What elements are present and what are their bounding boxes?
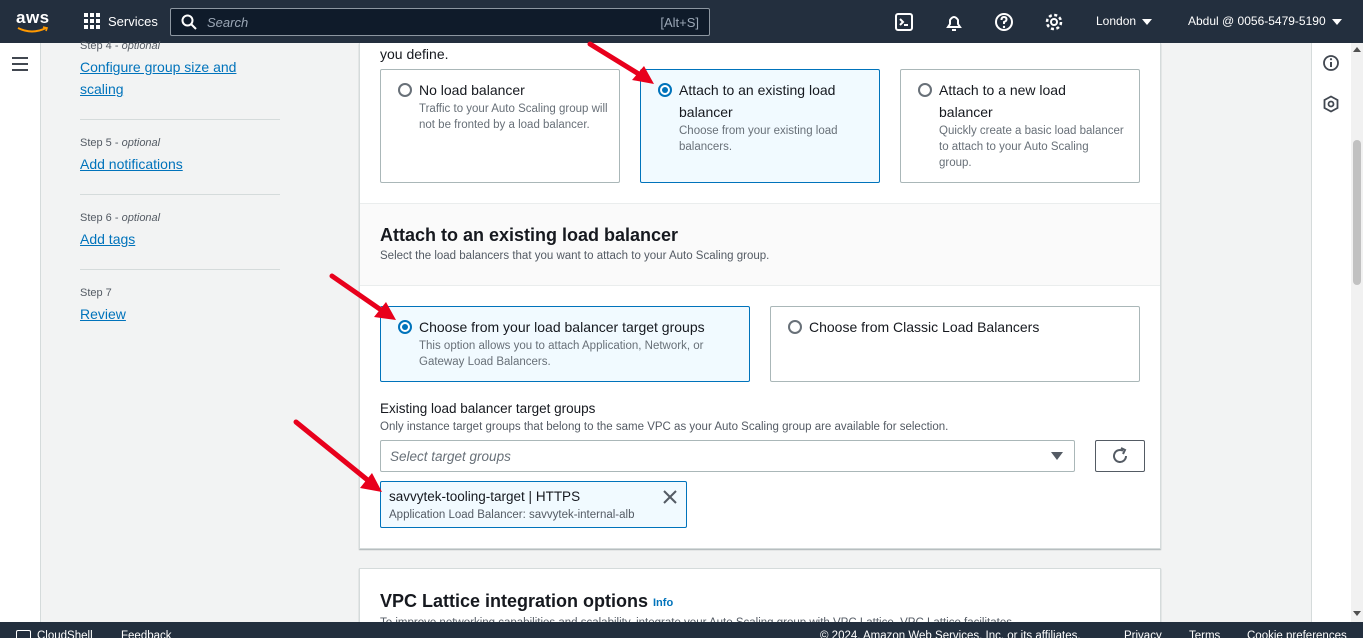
section-heading: VPC Lattice integration options [380,591,649,611]
tile-desc: Choose from your existing load balancers… [679,125,838,153]
annotation-arrow [587,41,654,84]
aws-logo-text: aws [16,8,50,27]
feedback-link[interactable]: Feedback [121,630,172,638]
account-menu[interactable]: Abdul @ 0056-5479-5190 [1188,14,1342,28]
console-footer: CloudShell Feedback © 2024, Amazon Web S… [0,622,1363,638]
option-tile-attach-existing[interactable]: Attach to an existing load balancer Choo… [640,69,880,183]
gear-icon[interactable] [1044,12,1064,32]
search-input[interactable]: Search [Alt+S] [170,8,710,36]
step-link-add-notifications[interactable]: Add notifications [80,153,183,175]
tools-rail [1311,43,1351,622]
wizard-step-7: Step 7 Review [80,287,280,325]
step-divider [80,269,280,270]
step-divider [80,194,280,195]
remove-token-icon[interactable] [662,489,678,505]
cloudshell-icon[interactable] [894,12,914,32]
step-label: Step 4 - optional [80,40,161,52]
step-label: Step 7 [80,287,112,299]
step-divider [80,119,280,120]
cloudshell-link[interactable]: CloudShell [37,630,93,638]
refresh-icon [1113,447,1127,463]
services-grid-icon [84,13,100,29]
refresh-button[interactable] [1095,440,1145,472]
services-menu-button[interactable]: Services [84,13,158,29]
section-heading: Attach to an existing load balancer [380,225,679,245]
target-groups-label: Existing load balancer target groups [380,401,596,416]
search-shortcut-hint: [Alt+S] [660,14,699,30]
section-divider [360,285,1160,286]
tile-title: No load balancer [419,82,525,98]
option-tile-classic-load-balancers[interactable]: Choose from Classic Load Balancers [770,306,1140,382]
caret-down-icon [1142,18,1153,25]
help-icon[interactable] [994,12,1014,32]
terms-link[interactable]: Terms [1189,630,1220,638]
info-link[interactable]: Info [653,597,673,609]
region-selector[interactable]: London [1096,14,1153,28]
section-divider [360,203,1160,204]
cloudshell-icon[interactable] [16,630,31,638]
scroll-up-arrow-icon[interactable] [1353,47,1361,52]
step-label: Step 6 - optional [80,212,161,224]
search-placeholder: Search [207,14,249,30]
step-link-review[interactable]: Review [80,303,126,325]
services-label: Services [108,13,158,29]
select-placeholder: Select target groups [390,449,511,464]
radio-target-groups[interactable] [398,320,412,334]
annotation-arrow [293,419,382,492]
target-groups-select[interactable]: Select target groups [380,440,1075,472]
target-groups-description: Only instance target groups that belong … [380,421,949,433]
cookie-preferences-link[interactable]: Cookie preferences [1247,630,1347,638]
tutorial-icon[interactable] [1322,95,1340,113]
scrollbar-track[interactable] [1351,43,1363,622]
option-tile-no-load-balancer[interactable]: No load balancer Traffic to your Auto Sc… [380,69,620,183]
scrollbar-thumb[interactable] [1353,140,1361,285]
scroll-down-arrow-icon[interactable] [1353,611,1361,616]
annotation-arrow [329,273,396,320]
top-navigation-bar: aws Services Search [Alt+S] London Abdul… [0,0,1363,43]
radio-no-load-balancer[interactable] [398,83,412,97]
option-tile-target-groups[interactable]: Choose from your load balancer target gr… [380,306,750,382]
region-label: London [1096,14,1137,28]
wizard-step-5: Step 5 - optional Add notifications [80,137,280,175]
tile-desc: This option allows you to attach Applica… [419,340,704,368]
radio-attach-new[interactable] [918,83,932,97]
dropdown-caret-icon [1051,452,1063,460]
side-navigation-strip [0,43,41,622]
caret-down-icon [1331,18,1342,25]
account-label: Abdul @ 0056-5479-5190 [1188,14,1326,28]
copyright-text: © 2024, Amazon Web Services, Inc. or its… [820,630,1081,638]
search-icon [181,14,197,30]
section-subheading: Select the load balancers that you want … [380,250,770,262]
tile-desc: Traffic to your Auto Scaling group will … [419,103,608,131]
section-intro-text: you define. [380,46,449,62]
tile-title: Choose from Classic Load Balancers [809,319,1040,335]
tile-title: Attach to an existing load balancer [679,82,836,120]
step-label: Step 5 - optional [80,137,161,149]
hamburger-menu-icon[interactable] [12,57,28,71]
aws-logo[interactable]: aws [16,9,50,35]
option-tile-attach-new[interactable]: Attach to a new load balancer Quickly cr… [900,69,1140,183]
wizard-step-6: Step 6 - optional Add tags [80,212,280,250]
bell-icon[interactable] [944,12,964,32]
wizard-step-4: Step 4 - optional Configure group size a… [80,40,280,100]
token-description: Application Load Balancer: savvytek-inte… [389,509,635,521]
privacy-link[interactable]: Privacy [1124,630,1162,638]
tile-desc: Quickly create a basic load balancer to … [939,125,1124,169]
step-link-add-tags[interactable]: Add tags [80,228,135,250]
selected-target-group-token: savvytek-tooling-target | HTTPS Applicat… [380,481,687,528]
token-name: savvytek-tooling-target | HTTPS [389,489,581,504]
tile-title: Choose from your load balancer target gr… [419,319,705,335]
info-icon[interactable] [1322,54,1340,72]
radio-attach-existing[interactable] [658,83,672,97]
aws-smile-icon [17,26,49,33]
step-link-configure-group-size[interactable]: Configure group size and scaling [80,56,236,100]
radio-classic-load-balancers[interactable] [788,320,802,334]
tile-title: Attach to a new load balancer [939,82,1066,120]
